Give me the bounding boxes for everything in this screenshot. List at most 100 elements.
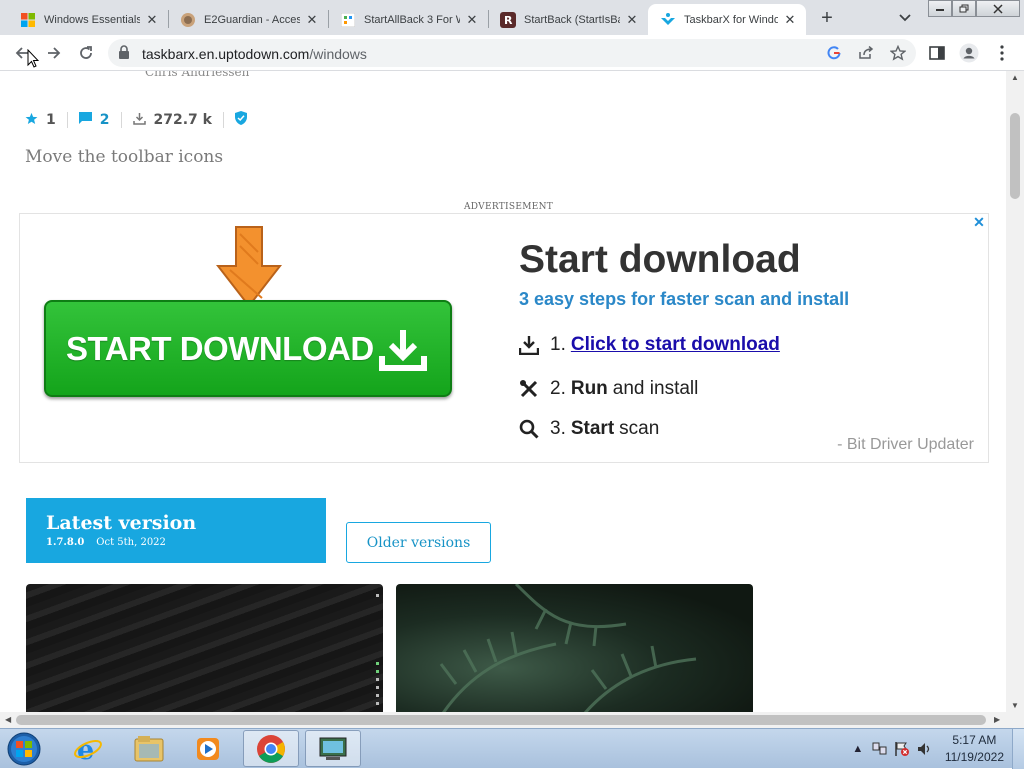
start-button[interactable] bbox=[4, 730, 44, 768]
tab-taskbarx[interactable]: TaskbarX for Windows ✕ bbox=[648, 4, 806, 35]
close-tab-icon[interactable]: ✕ bbox=[144, 12, 160, 28]
start-download-label: START DOWNLOAD bbox=[66, 329, 374, 367]
tab-search-chevron-icon[interactable] bbox=[896, 9, 914, 27]
downloads-count: 272.7 k bbox=[153, 112, 212, 128]
close-window-button[interactable] bbox=[976, 0, 1020, 17]
system-tray: ▲ 5:17 AM 11/19/2022 bbox=[847, 729, 1024, 769]
scroll-left-arrow-icon[interactable]: ◀ bbox=[5, 715, 11, 724]
tab-e2guardian[interactable]: E2Guardian - Access ✕ bbox=[168, 4, 328, 35]
latest-version-button[interactable]: Latest version 1.7.8.0 Oct 5th, 2022 bbox=[26, 498, 326, 563]
show-hidden-icons-chevron-icon[interactable]: ▲ bbox=[849, 740, 867, 758]
step-text: scan bbox=[619, 418, 660, 439]
bookmark-star-icon[interactable] bbox=[889, 44, 907, 62]
tools-icon bbox=[518, 378, 540, 400]
forward-button[interactable] bbox=[42, 41, 66, 65]
scroll-down-arrow-icon[interactable]: ▼ bbox=[1011, 701, 1019, 710]
show-desktop-button[interactable] bbox=[1012, 729, 1024, 769]
click-to-start-download-link[interactable]: Click to start download bbox=[571, 334, 780, 356]
advertisement-label: ADVERTISEMENT bbox=[464, 202, 554, 212]
app-author[interactable]: Chris Andriessen bbox=[145, 71, 249, 79]
clock-date: 11/19/2022 bbox=[944, 750, 1004, 764]
file-explorer-taskbar-button[interactable] bbox=[121, 730, 177, 767]
horizontal-scroll-thumb[interactable] bbox=[16, 715, 986, 725]
tab-startallback[interactable]: StartAllBack 3 For Windows ✕ bbox=[328, 4, 488, 35]
startback-icon: R bbox=[500, 11, 516, 28]
share-icon[interactable] bbox=[857, 44, 875, 62]
taskbarx-app-taskbar-button[interactable] bbox=[305, 730, 361, 767]
system-clock[interactable]: 5:17 AM 11/19/2022 bbox=[945, 732, 1004, 766]
rating-count: 1 bbox=[46, 112, 56, 128]
reload-button[interactable] bbox=[74, 41, 98, 65]
older-versions-button[interactable]: Older versions bbox=[346, 522, 491, 563]
tab-title: TaskbarX for Windows bbox=[684, 13, 778, 26]
chrome-taskbar-button[interactable] bbox=[243, 730, 299, 767]
download-icon bbox=[518, 334, 540, 356]
ad-close-icon[interactable]: ✕ bbox=[972, 214, 986, 230]
scroll-right-arrow-icon[interactable]: ▶ bbox=[994, 715, 1000, 724]
comments-stat[interactable]: 2 bbox=[78, 112, 110, 128]
horizontal-scrollbar[interactable]: ◀ ▶ bbox=[0, 712, 1024, 728]
vertical-scrollbar[interactable]: ▲ ▼ bbox=[1006, 71, 1024, 712]
star-icon bbox=[25, 112, 38, 129]
volume-icon[interactable] bbox=[915, 740, 933, 758]
google-lens-icon[interactable] bbox=[825, 44, 843, 62]
tab-title: StartBack (StartIsBack) bbox=[524, 13, 620, 26]
menu-kebab-icon[interactable] bbox=[991, 42, 1013, 64]
app-stats: 1 2 272.7 k bbox=[25, 111, 247, 129]
magnifier-icon bbox=[518, 418, 540, 440]
start-download-ad-button[interactable]: START DOWNLOAD bbox=[44, 300, 452, 397]
svg-text:e: e bbox=[77, 735, 94, 764]
tab-title: E2Guardian - Access bbox=[204, 13, 300, 26]
app-logo bbox=[16, 71, 126, 81]
close-tab-icon[interactable]: ✕ bbox=[464, 12, 480, 28]
svg-text:R: R bbox=[504, 14, 513, 27]
tab-title: StartAllBack 3 For Windows bbox=[364, 13, 460, 26]
tab-startback[interactable]: R StartBack (StartIsBack) ✕ bbox=[488, 4, 648, 35]
app-tagline: Move the toolbar icons bbox=[25, 147, 224, 167]
page-viewport: Chris Andriessen 1 2 272.7 k Move the to… bbox=[0, 71, 1006, 712]
url-host: taskbarx.en.uptodown.com bbox=[142, 46, 310, 62]
step-bold: Start bbox=[570, 418, 615, 439]
uptodown-icon bbox=[660, 12, 676, 28]
advertisement-banner[interactable]: ✕ START DOWNLOAD Start download 3 easy s… bbox=[19, 213, 989, 463]
ad-title: Start download bbox=[519, 238, 801, 281]
url-path: /windows bbox=[309, 46, 367, 62]
close-tab-icon[interactable]: ✕ bbox=[782, 12, 798, 28]
screenshot-thumbnail[interactable] bbox=[26, 584, 383, 712]
download-count-icon bbox=[132, 112, 146, 129]
scroll-up-arrow-icon[interactable]: ▲ bbox=[1011, 73, 1019, 82]
e2guardian-icon bbox=[180, 12, 196, 28]
step-number: 1. bbox=[550, 334, 566, 355]
ad-step-1: 1. Click to start download bbox=[518, 334, 780, 356]
close-tab-icon[interactable]: ✕ bbox=[304, 12, 320, 28]
lock-icon[interactable] bbox=[118, 45, 130, 64]
vertical-scroll-thumb[interactable] bbox=[1010, 113, 1020, 199]
ad-step-3: 3. Start scan bbox=[518, 418, 659, 440]
url-text: taskbarx.en.uptodown.com/windows bbox=[142, 46, 367, 62]
media-player-taskbar-button[interactable] bbox=[180, 730, 236, 767]
latest-version-info: 1.7.8.0 Oct 5th, 2022 bbox=[46, 537, 306, 548]
rating-stat[interactable]: 1 bbox=[25, 112, 56, 129]
profile-avatar-icon[interactable] bbox=[958, 42, 980, 64]
side-panel-icon[interactable] bbox=[926, 42, 948, 64]
step-number: 3. bbox=[550, 418, 566, 439]
stat-divider bbox=[120, 112, 122, 128]
clock-time: 5:17 AM bbox=[952, 733, 997, 747]
stat-divider bbox=[222, 112, 224, 128]
new-tab-button[interactable]: + bbox=[816, 7, 838, 29]
internet-explorer-taskbar-button[interactable]: e bbox=[60, 730, 116, 767]
restore-button[interactable] bbox=[952, 0, 976, 17]
action-center-flag-icon[interactable] bbox=[893, 740, 911, 758]
address-bar[interactable]: taskbarx.en.uptodown.com/windows bbox=[108, 39, 916, 67]
latest-version-title: Latest version bbox=[46, 512, 197, 534]
screenshot-thumbnail[interactable] bbox=[396, 584, 753, 712]
close-tab-icon[interactable]: ✕ bbox=[624, 12, 640, 28]
network-icon[interactable] bbox=[871, 740, 889, 758]
tab-windows-essentials[interactable]: Windows Essentials ✕ bbox=[8, 4, 168, 35]
step-bold: Run bbox=[570, 378, 608, 399]
startallback-icon bbox=[340, 12, 356, 28]
windows-logo-icon bbox=[20, 12, 36, 28]
minimize-button[interactable] bbox=[928, 0, 952, 17]
step-text: and install bbox=[612, 378, 699, 399]
step-number: 2. bbox=[550, 378, 566, 399]
